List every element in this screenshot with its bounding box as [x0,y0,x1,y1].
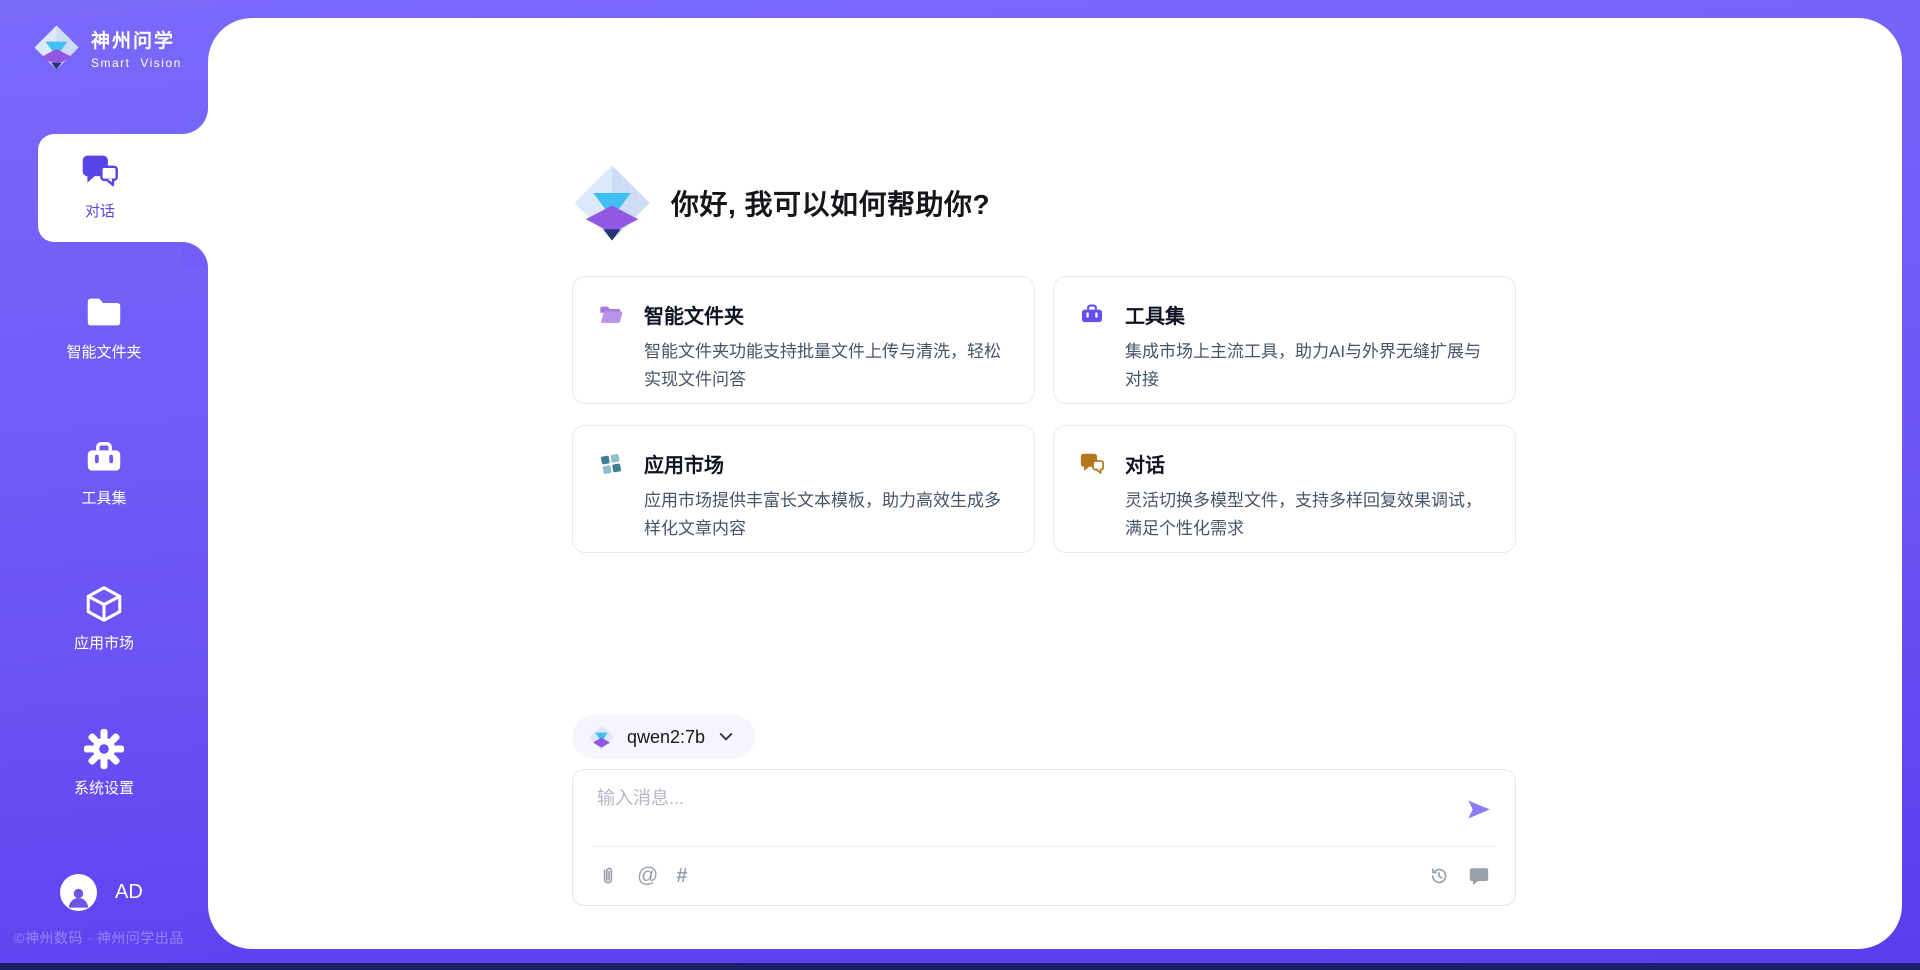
sidebar-item-smart-folders[interactable]: 智能文件夹 [0,292,208,362]
assistant-diamond-icon [572,163,652,243]
model-selector[interactable]: qwen2:7b [572,715,755,759]
brand-subtitle: Smart Vision [91,56,182,70]
greeting-title: 你好, 我可以如何帮助你? [671,183,990,223]
tab-connector-top [182,108,208,134]
card-title: 工具集 [1125,300,1185,329]
sidebar-item-toolbox[interactable]: 工具集 [0,438,208,508]
mention-button[interactable]: @ [637,864,658,888]
card-app-market[interactable]: 应用市场 应用市场提供丰富长文本模板，助力高效生成多样化文章内容 [572,425,1035,553]
attach-file-button[interactable] [597,865,619,887]
user-profile[interactable]: AD [60,874,143,911]
send-icon [1465,796,1492,823]
sidebar-item-label: 对话 [38,200,162,221]
main-panel: 你好, 我可以如何帮助你? 智能文件夹 智能文件夹功能支持批量文件上传与清洗，轻… [208,18,1902,949]
brand-diamond-icon [33,24,80,71]
sidebar: 神州问学 Smart Vision 对话 智能文件夹 [0,0,208,970]
user-initials: AD [115,881,143,904]
message-input[interactable]: 输入消息... [597,784,684,810]
send-button[interactable] [1465,796,1492,823]
brand-logo: 神州问学 Smart Vision [33,24,182,71]
greeting: 你好, 我可以如何帮助你? [572,163,990,243]
message-input-box: 输入消息... @ [572,769,1516,906]
feedback-button[interactable] [1468,865,1490,887]
model-diamond-icon [588,724,615,751]
brand-name: 神州问学 [91,26,182,53]
sidebar-item-settings[interactable]: 系统设置 [0,728,208,798]
avatar [60,874,97,911]
comment-icon [1468,865,1490,887]
paperclip-icon [597,865,619,887]
hashtag-button[interactable]: # [676,865,686,888]
card-title: 智能文件夹 [644,300,744,329]
model-name: qwen2:7b [627,727,705,748]
window-bottom-edge [0,963,1920,970]
gear-icon [83,728,125,770]
sidebar-item-label: 智能文件夹 [66,341,141,362]
chat-bubbles-icon [79,151,120,192]
history-clock-icon [1428,865,1450,887]
sidebar-item-app-market[interactable]: 应用市场 [0,583,208,653]
card-description: 智能文件夹功能支持批量文件上传与清洗，轻松实现文件问答 [644,338,1012,394]
person-icon [65,884,92,911]
copyright: ©神州数码 · 神州问学出品 [14,928,184,948]
toolbox-icon [1079,302,1105,328]
card-toolbox[interactable]: 工具集 集成市场上主流工具，助力AI与外界无缝扩展与对接 [1053,276,1516,404]
sidebar-item-chat[interactable]: 对话 [38,134,208,242]
card-chat[interactable]: 对话 灵活切换多模型文件，支持多样回复效果调试，满足个性化需求 [1053,425,1516,553]
toolbox-icon [83,438,125,480]
card-description: 灵活切换多模型文件，支持多样回复效果调试，满足个性化需求 [1125,487,1493,543]
tab-connector-bottom [182,242,208,268]
card-description: 应用市场提供丰富长文本模板，助力高效生成多样化文章内容 [644,487,1012,543]
chat-bubbles-icon [1079,451,1105,477]
open-folder-icon [598,302,624,328]
cube-icon [83,583,125,625]
feature-cards: 智能文件夹 智能文件夹功能支持批量文件上传与清洗，轻松实现文件问答 [572,276,1516,553]
history-button[interactable] [1428,865,1450,887]
sidebar-item-label: 系统设置 [74,777,134,798]
card-title: 应用市场 [644,449,724,478]
sidebar-item-label: 工具集 [81,487,126,508]
card-description: 集成市场上主流工具，助力AI与外界无缝扩展与对接 [1125,338,1493,394]
card-title: 对话 [1125,449,1165,478]
chevron-down-icon [719,732,733,742]
folder-icon [83,292,125,334]
sidebar-item-label: 应用市场 [74,632,134,653]
tiles-grid-icon [598,451,624,477]
card-smart-folders[interactable]: 智能文件夹 智能文件夹功能支持批量文件上传与清洗，轻松实现文件问答 [572,276,1035,404]
